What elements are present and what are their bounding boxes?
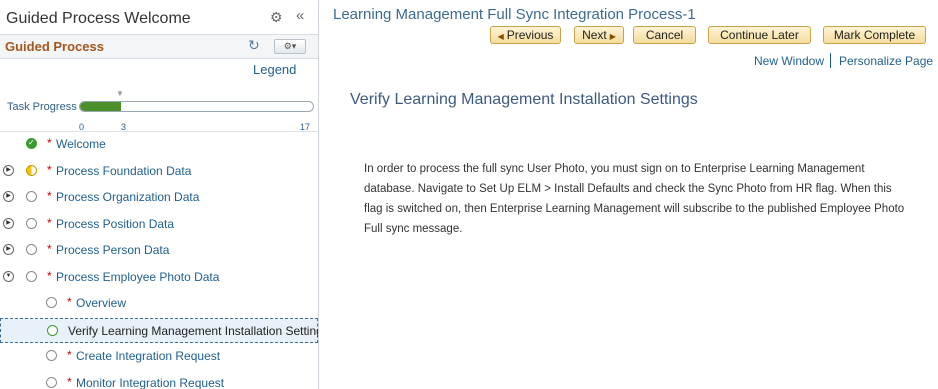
status-in-progress-icon bbox=[26, 164, 37, 176]
next-button[interactable]: Next ▶ bbox=[574, 26, 624, 44]
task-progress-fill bbox=[80, 102, 121, 111]
required-marker: * bbox=[47, 268, 52, 283]
expand-step-icon[interactable]: ▶ bbox=[3, 191, 14, 202]
progress-marker-icon: ▼ bbox=[116, 89, 124, 98]
step-item[interactable]: Verify Learning Management Installation … bbox=[0, 317, 318, 343]
arrow-right-icon: ▶ bbox=[609, 32, 616, 41]
required-marker: * bbox=[47, 189, 52, 203]
status-not-started-icon bbox=[26, 191, 37, 202]
task-progress-bar bbox=[79, 101, 314, 112]
step-item[interactable]: ▶ * Process Person Data bbox=[0, 238, 318, 263]
mark-complete-button[interactable]: Mark Complete bbox=[823, 26, 926, 44]
new-window-link[interactable]: New Window bbox=[754, 54, 824, 68]
link-separator bbox=[830, 53, 831, 68]
personalize-page-link[interactable]: Personalize Page bbox=[839, 54, 933, 68]
panel-title: Guided Process Welcome bbox=[6, 10, 191, 27]
collapse-panel-icon[interactable]: « bbox=[296, 7, 304, 24]
step-item[interactable]: * Welcome bbox=[0, 132, 318, 157]
cancel-button[interactable]: Cancel bbox=[633, 26, 696, 44]
page-heading: Verify Learning Management Installation … bbox=[350, 91, 698, 108]
task-progress-label: Task Progress bbox=[7, 101, 77, 113]
required-marker: * bbox=[47, 242, 52, 256]
status-not-started-icon bbox=[46, 376, 57, 388]
previous-button[interactable]: ◀ Previous bbox=[490, 26, 561, 44]
collapse-step-icon[interactable]: ▼ bbox=[3, 270, 14, 282]
gear-icon[interactable]: ⚙ bbox=[270, 9, 283, 26]
guided-process-header: Guided Process ↻ ⚙▾ bbox=[0, 34, 318, 59]
step-item[interactable]: ▶ * Process Organization Data bbox=[0, 185, 318, 210]
step-item[interactable]: ▶ * Process Position Data bbox=[0, 212, 318, 237]
legend-link[interactable]: Legend bbox=[253, 62, 296, 77]
step-label[interactable]: Process Employee Photo Data bbox=[56, 270, 219, 284]
required-marker: * bbox=[47, 136, 52, 150]
step-label[interactable]: Welcome bbox=[56, 137, 106, 151]
continue-later-button[interactable]: Continue Later bbox=[708, 26, 811, 44]
step-label[interactable]: Overview bbox=[76, 296, 126, 310]
next-label: Next bbox=[582, 28, 607, 42]
expand-step-icon[interactable]: ▶ bbox=[3, 244, 14, 255]
step-item[interactable]: ▼ * Process Employee Photo Data bbox=[0, 265, 318, 290]
process-title: Learning Management Full Sync Integratio… bbox=[333, 6, 696, 23]
instruction-text: In order to process the full sync User P… bbox=[364, 163, 905, 235]
required-marker: * bbox=[67, 295, 72, 309]
required-marker: * bbox=[67, 374, 72, 389]
refresh-icon[interactable]: ↻ bbox=[248, 37, 260, 54]
required-marker: * bbox=[47, 215, 52, 230]
arrow-left-icon: ◀ bbox=[497, 32, 504, 41]
status-not-started-icon bbox=[26, 217, 37, 229]
step-label[interactable]: Process Foundation Data bbox=[56, 164, 191, 178]
expand-step-icon[interactable]: ▶ bbox=[3, 217, 14, 229]
required-marker: * bbox=[67, 348, 72, 362]
expand-step-icon[interactable]: ▶ bbox=[3, 164, 14, 176]
status-not-started-icon bbox=[26, 270, 37, 282]
step-item[interactable]: * Overview bbox=[0, 291, 318, 316]
step-label[interactable]: Process Organization Data bbox=[56, 190, 199, 204]
step-item[interactable]: * Monitor Integration Request bbox=[0, 371, 318, 389]
step-label[interactable]: Verify Learning Management Installation … bbox=[68, 324, 318, 338]
step-item[interactable]: * Create Integration Request bbox=[0, 344, 318, 369]
status-not-started-icon bbox=[26, 244, 37, 255]
step-label[interactable]: Process Position Data bbox=[56, 217, 174, 231]
guided-process-label: Guided Process bbox=[5, 39, 104, 54]
previous-label: Previous bbox=[506, 28, 554, 42]
guided-process-panel: Guided Process Welcome ⚙ « Guided Proces… bbox=[0, 0, 319, 389]
step-label[interactable]: Monitor Integration Request bbox=[76, 376, 224, 389]
actions-menu-button[interactable]: ⚙▾ bbox=[274, 39, 306, 54]
required-marker: * bbox=[47, 162, 52, 177]
step-label[interactable]: Process Person Data bbox=[56, 243, 169, 257]
status-complete-icon bbox=[26, 138, 37, 149]
step-label[interactable]: Create Integration Request bbox=[76, 349, 220, 363]
status-not-started-icon bbox=[46, 350, 57, 361]
status-current-icon bbox=[47, 324, 58, 336]
status-not-started-icon bbox=[46, 297, 57, 308]
step-item[interactable]: ▶ * Process Foundation Data bbox=[0, 159, 318, 184]
